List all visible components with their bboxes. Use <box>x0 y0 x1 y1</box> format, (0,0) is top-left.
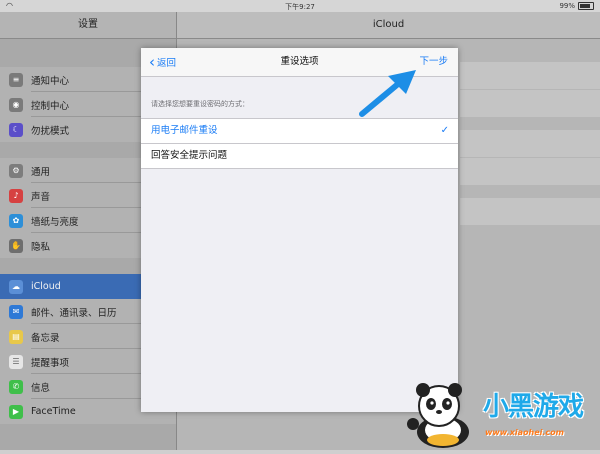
sidebar-item-label: 提醒事项 <box>31 357 70 369</box>
annotation-arrow-icon <box>359 70 416 117</box>
detail-cell <box>460 90 600 117</box>
option-label: 回答安全提示问题 <box>151 150 228 161</box>
detail-cell <box>460 158 600 185</box>
sidebar-item-label: 通知中心 <box>31 75 70 87</box>
sidebar-item-label: 声音 <box>31 191 51 203</box>
speaker-icon: ♪ <box>9 188 23 203</box>
sidebar-item-label: 控制中心 <box>31 100 70 112</box>
status-time: 下午9:27 <box>285 3 315 11</box>
control-center-icon: ◉ <box>9 97 23 112</box>
battery-percent: 99% <box>559 2 575 10</box>
watermark-logo-text: 小黑游戏 <box>483 392 584 422</box>
sidebar-item-label: 隐私 <box>31 241 51 253</box>
battery-icon <box>578 2 594 10</box>
option-security-questions[interactable]: 回答安全提示问题 <box>141 143 458 168</box>
next-button[interactable]: 下一步 <box>419 48 448 76</box>
notes-icon: ▤ <box>9 329 23 344</box>
moon-icon: ☾ <box>9 122 23 137</box>
option-label: 用电子邮件重设 <box>151 125 218 136</box>
detail-title: iCloud <box>177 12 600 39</box>
sidebar-item-label: FaceTime <box>31 406 76 417</box>
notification-center-icon: ≡ <box>9 72 23 87</box>
gear-icon: ⚙ <box>9 163 23 178</box>
reset-options-list: 用电子邮件重设 ✓ 回答安全提示问题 <box>141 118 458 169</box>
panda-mascot-icon <box>407 383 469 448</box>
sidebar-item-label: 通用 <box>31 166 51 178</box>
detail-cell <box>460 198 600 225</box>
sidebar-item-label: 信息 <box>31 382 51 394</box>
checkmark-icon: ✓ <box>440 125 449 136</box>
sidebar-item-label: 墙纸与亮度 <box>31 216 79 228</box>
battery-indicator: 99% <box>559 2 594 10</box>
sidebar-item-label: 邮件、通讯录、日历 <box>31 307 117 319</box>
sidebar-item-label: iCloud <box>31 281 61 292</box>
reminders-icon: ☰ <box>9 354 23 369</box>
detail-cell <box>460 130 600 157</box>
sidebar-item-label: 备忘录 <box>31 332 60 344</box>
sidebar-title: 设置 <box>0 12 176 39</box>
facetime-icon: ▶ <box>9 404 23 419</box>
status-bar: ◠ 下午9:27 99% <box>0 0 600 12</box>
option-email-reset[interactable]: 用电子邮件重设 ✓ <box>141 119 458 143</box>
cloud-icon: ☁ <box>9 279 23 294</box>
sidebar-item-label: 勿扰模式 <box>31 125 70 137</box>
messages-icon: ✆ <box>9 379 23 394</box>
wallpaper-icon: ✿ <box>9 213 23 228</box>
site-watermark: 小黑游戏 www.xiaohei.com <box>403 380 600 450</box>
watermark-url: www.xiaohei.com <box>485 428 564 437</box>
wifi-icon: ◠ <box>6 1 13 10</box>
mail-icon: ✉ <box>9 304 23 319</box>
hand-icon: ✋ <box>9 238 23 253</box>
detail-cell <box>460 62 600 89</box>
